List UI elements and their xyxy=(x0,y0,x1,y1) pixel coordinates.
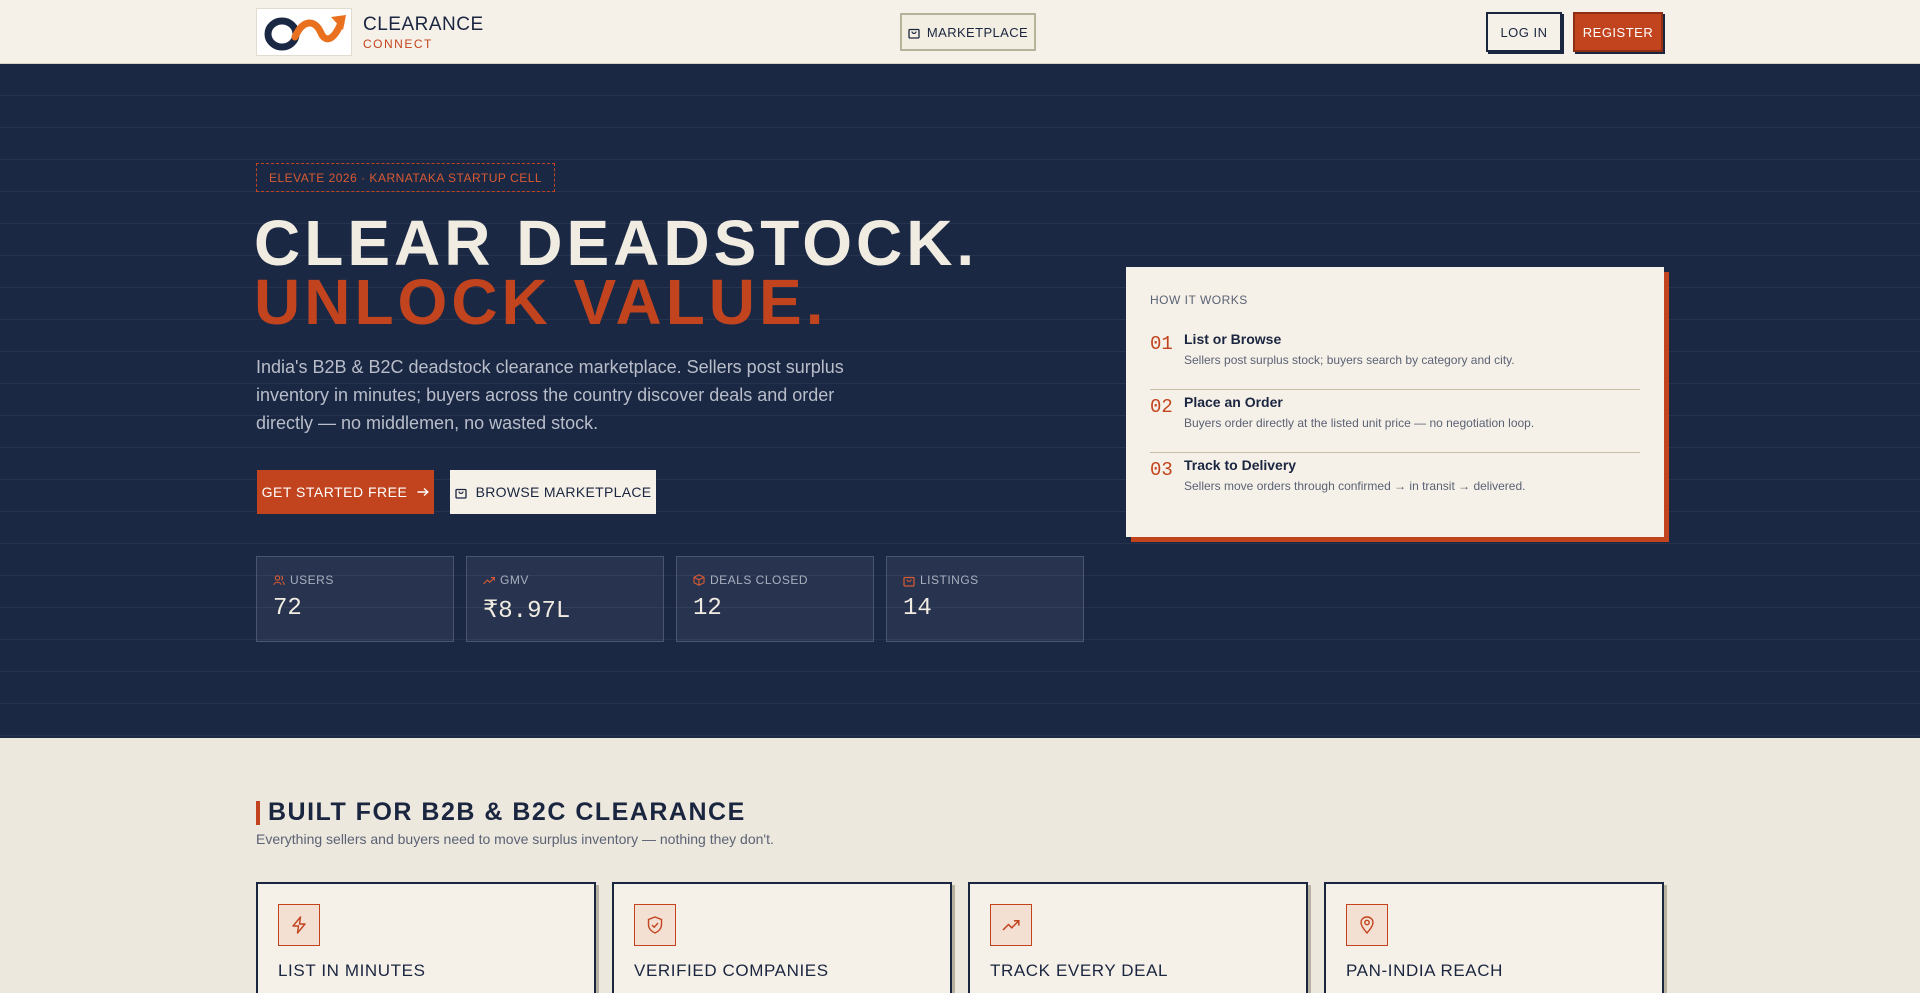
top-nav: CLEARANCE CONNECT MARKETPLACE LOG IN REG… xyxy=(0,0,1920,64)
brand-subtitle: CONNECT xyxy=(363,37,433,51)
shopping-bag-icon xyxy=(908,28,920,39)
stat-label: LISTINGS xyxy=(920,573,979,587)
stat-gmv: GMV ₹8.97L xyxy=(466,556,664,642)
step-title: Track to Delivery xyxy=(1184,457,1297,473)
event-tag: ELEVATE 2026 · KARNATAKA STARTUP CELL xyxy=(256,163,556,192)
features-heading: BUILT FOR B2B & B2C CLEARANCE xyxy=(256,798,746,827)
get-started-label: GET STARTED FREE xyxy=(261,484,408,500)
arrow-right-icon xyxy=(417,487,430,497)
stat-value: 14 xyxy=(903,595,932,622)
map-pin-icon xyxy=(1360,916,1374,934)
feature-title: LIST IN MINUTES xyxy=(278,961,426,980)
stat-value: ₹8.97L xyxy=(483,598,571,625)
step-title: List or Browse xyxy=(1184,331,1282,347)
brand-wordmark: CLEARANCE CONNECT xyxy=(363,14,484,52)
hero-section: ELEVATE 2026 · KARNATAKA STARTUP CELL CL… xyxy=(0,64,1920,738)
step-description: Buyers order directly at the listed unit… xyxy=(1184,416,1535,430)
step-item: 01 List or Browse Sellers post surplus s… xyxy=(1150,327,1640,390)
stat-value: 12 xyxy=(693,595,722,622)
stat-label: USERS xyxy=(290,573,334,587)
feature-title: VERIFIED COMPANIES xyxy=(634,961,829,980)
infinity-arrow-logo-icon xyxy=(264,15,346,51)
login-button[interactable]: LOG IN xyxy=(1486,12,1562,52)
heading-accent-bar xyxy=(256,800,260,825)
feature-card-verified-companies: VERIFIED COMPANIES xyxy=(612,882,952,993)
step-number: 02 xyxy=(1150,396,1173,418)
step-item: 02 Place an Order Buyers order directly … xyxy=(1150,390,1640,453)
marketplace-label: MARKETPLACE xyxy=(926,24,1029,40)
headline-line-1: CLEAR DEADSTOCK. xyxy=(254,207,979,279)
marketplace-button[interactable]: MARKETPLACE xyxy=(900,13,1036,51)
shopping-bag-icon xyxy=(454,488,467,499)
step-item: 03 Track to Delivery Sellers move orders… xyxy=(1150,453,1640,516)
features-subtitle: Everything sellers and buyers need to mo… xyxy=(256,831,774,847)
shopping-bag-icon xyxy=(903,576,915,587)
how-it-works-card: HOW IT WORKS 01 List or Browse Sellers p… xyxy=(1126,267,1664,537)
step-description: Sellers move orders through confirmed → … xyxy=(1184,479,1526,493)
hero-description: India's B2B & B2C deadstock clearance ma… xyxy=(256,357,844,433)
headline-line-2: UNLOCK VALUE. xyxy=(254,266,828,338)
trending-up-icon xyxy=(483,576,495,584)
step-description: Sellers post surplus stock; buyers searc… xyxy=(1184,353,1515,367)
shield-check-icon xyxy=(647,916,663,934)
stat-users: USERS 72 xyxy=(256,556,454,642)
package-icon xyxy=(693,574,705,586)
feature-title: TRACK EVERY DEAL xyxy=(990,961,1169,980)
stat-value: 72 xyxy=(273,595,302,622)
hero-headline: CLEAR DEADSTOCK. UNLOCK VALUE. xyxy=(254,207,979,338)
step-number: 03 xyxy=(1150,459,1173,481)
browse-marketplace-label: BROWSE MARKETPLACE xyxy=(475,484,652,500)
stat-deals-closed: DEALS CLOSED 12 xyxy=(676,556,874,642)
stat-label: GMV xyxy=(500,573,529,587)
feature-card-list-in-minutes: LIST IN MINUTES xyxy=(256,882,596,993)
brand-logo[interactable] xyxy=(256,8,352,56)
feature-card-track-every-deal: TRACK EVERY DEAL xyxy=(968,882,1308,993)
trending-up-icon xyxy=(1002,920,1020,931)
feature-title: PAN-INDIA REACH xyxy=(1346,961,1503,980)
lightning-icon xyxy=(292,916,306,934)
step-number: 01 xyxy=(1150,333,1173,355)
get-started-button[interactable]: GET STARTED FREE xyxy=(257,470,434,514)
users-icon xyxy=(273,574,285,585)
browse-marketplace-button[interactable]: BROWSE MARKETPLACE xyxy=(450,470,656,514)
stat-label: DEALS CLOSED xyxy=(710,573,809,587)
features-title: BUILT FOR B2B & B2C CLEARANCE xyxy=(268,798,746,826)
register-button[interactable]: REGISTER xyxy=(1573,12,1663,52)
step-title: Place an Order xyxy=(1184,394,1283,410)
stat-listings: LISTINGS 14 xyxy=(886,556,1084,642)
brand-title: CLEARANCE xyxy=(363,14,484,35)
how-it-works-title: HOW IT WORKS xyxy=(1150,293,1248,307)
feature-card-pan-india-reach: PAN-INDIA REACH xyxy=(1324,882,1664,993)
